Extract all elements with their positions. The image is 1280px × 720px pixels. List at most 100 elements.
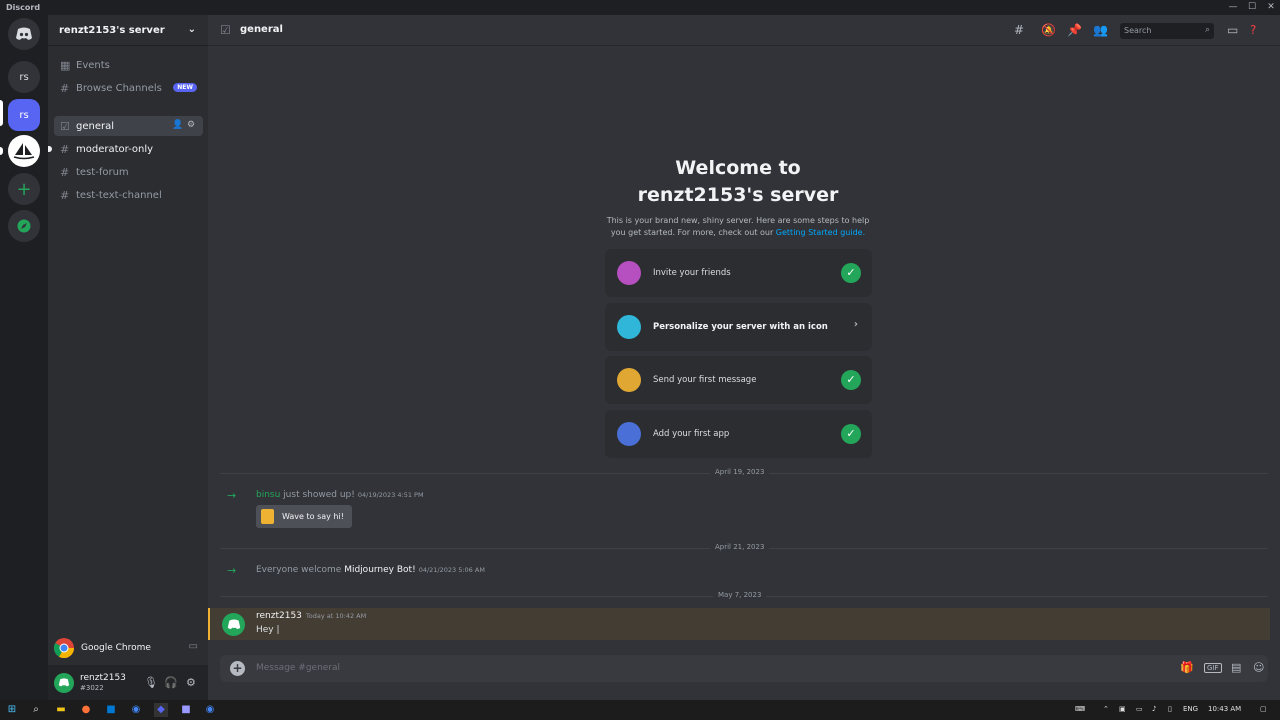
explore-servers-button[interactable] [8,210,40,242]
volume-icon[interactable]: ♪ [1152,705,1156,713]
gif-icon[interactable]: GIF [1204,663,1222,673]
invite-icon[interactable]: 👤 [172,120,183,130]
minimize-button[interactable]: — [1224,0,1242,15]
close-button[interactable]: ✕ [1262,0,1280,15]
chevron-up-icon[interactable]: ⌃ [1103,705,1109,713]
user-tag: #3022 [80,683,104,692]
compass-icon [17,219,31,233]
message-author[interactable]: renzt2153 [256,611,302,621]
channel-header: ☑ general # 🔕 📌 👥 Search ⌕ ▭ ? [208,15,1280,46]
message-icon [617,368,641,392]
channel-item-general[interactable]: ☑ general 👤 ⚙ [54,116,203,136]
user-panel: renzt2153 #3022 🎙 🎧 ⚙ [48,665,208,700]
wave-label: Wave to say hi! [282,512,344,521]
message-input[interactable]: Message #general [256,663,340,673]
personalize-server-card[interactable]: Personalize your server with an icon › [605,303,872,351]
join-suffix: ! [412,565,416,575]
network-icon[interactable]: ▭ [1136,705,1143,713]
gift-icon[interactable]: 🎁 [1180,661,1194,674]
member-list-icon[interactable]: 👥 [1093,23,1108,37]
help-icon[interactable]: ? [1250,23,1256,37]
first-message-card[interactable]: Send your first message ✓ [605,356,872,404]
message-timestamp: Today at 10:42 AM [305,612,367,620]
search-icon[interactable]: ⌕ [29,703,43,717]
notifications-icon[interactable]: ▢ [1260,705,1267,713]
emoji-icon[interactable]: ☺ [1253,661,1264,674]
events-item[interactable]: ▦ Events [54,55,203,75]
checkmark-icon: ✓ [841,370,861,390]
file-explorer-icon[interactable]: ▬ [54,703,68,717]
checkmark-icon: ✓ [841,263,861,283]
add-attachment-button[interactable]: + [230,661,245,676]
firefox-icon[interactable]: ● [79,703,93,717]
gear-icon[interactable]: ⚙ [187,120,195,130]
rules-channel-icon: ☑ [60,119,70,133]
message-text: Hey | [256,625,280,635]
browse-channels-item[interactable]: # Browse Channels NEW [54,78,203,98]
date-label: April 21, 2023 [710,543,770,551]
mute-bell-icon[interactable]: 🔕 [1041,23,1056,37]
server-rs-1[interactable]: rs [8,61,40,93]
welcome-header: Welcome to renzt2153's server This is yo… [568,155,908,239]
discord-taskbar-icon[interactable]: ◆ [154,703,168,717]
clock[interactable]: 10:43 AM [1208,705,1241,713]
channel-item-moderator-only[interactable]: # moderator-only [48,139,203,159]
maximize-button[interactable]: ☐ [1243,0,1261,15]
hash-icon: # [60,142,70,156]
server-header[interactable]: renzt2153's server ⌄ [48,15,208,46]
language-indicator[interactable]: ENG [1183,705,1198,713]
add-server-button[interactable]: + [8,173,40,205]
channel-label: test-text-channel [76,189,162,201]
browse-channels-icon: # [60,81,70,95]
username: renzt2153 [80,672,126,683]
user-settings-gear-icon[interactable]: ⚙ [186,676,196,689]
screen-share-icon[interactable]: ▭ [189,641,198,652]
channel-item-test-forum[interactable]: # test-forum [54,162,203,182]
avatar[interactable] [54,672,74,693]
wave-button[interactable]: Wave to say hi! [256,505,352,528]
search-input[interactable]: Search ⌕ [1120,23,1214,39]
member-name[interactable]: Midjourney Bot [344,565,412,575]
checkmark-icon: ✓ [841,424,861,444]
headphones-icon[interactable]: 🎧 [164,676,178,689]
sticker-icon[interactable]: ▤ [1231,661,1241,674]
pin-icon[interactable]: 📌 [1067,23,1082,37]
getting-started-link[interactable]: Getting Started guide. [776,228,865,237]
channel-label: moderator-only [76,143,154,155]
chrome-icon[interactable]: ◉ [129,703,143,717]
calendar-icon: ▦ [60,58,71,72]
server-rs-2[interactable]: rs [8,99,40,131]
windows-taskbar: ⊞ ⌕ ▬ ● ■ ◉ ◆ ■ ◉ ⌨ ⌃ ▣ ▭ ♪ ▯ ENG 10:43 … [0,700,1280,720]
invite-friends-card[interactable]: Invite your friends ✓ [605,249,872,297]
chrome-icon[interactable]: ◉ [203,703,217,717]
activity-status[interactable]: Google Chrome ▭ [48,636,208,660]
avatar[interactable] [222,613,245,636]
app-icon [617,422,641,446]
message-composer[interactable]: + Message #general 🎁 GIF ▤ ☺ [220,655,1268,682]
search-placeholder: Search [1124,26,1152,35]
keyboard-icon[interactable]: ⌨ [1075,705,1085,713]
threads-icon[interactable]: # [1014,23,1024,37]
server-midjourney[interactable] [8,135,40,167]
selected-server-indicator [0,100,3,126]
welcome-title-line2: renzt2153's server [637,184,839,206]
inbox-icon[interactable]: ▭ [1227,23,1238,37]
microphone-icon[interactable]: 🎙 [144,676,158,689]
server-name: renzt2153's server [59,24,165,36]
windows-start-icon[interactable]: ⊞ [5,703,19,717]
channel-label: test-forum [76,166,129,178]
discord-home-button[interactable] [8,18,40,50]
battery-icon[interactable]: ▯ [1168,705,1172,713]
join-arrow-icon: → [227,489,237,502]
first-app-card[interactable]: Add your first app ✓ [605,410,872,458]
events-label: Events [76,59,110,71]
tray-app-icon[interactable]: ▣ [1119,705,1126,713]
discord-logo-icon [58,678,70,687]
unread-indicator [48,146,52,152]
premiere-icon[interactable]: ■ [179,703,193,717]
hash-icon: # [60,165,70,179]
app-title: Discord [6,3,41,12]
channel-item-test-text-channel[interactable]: # test-text-channel [54,185,203,205]
outlook-icon[interactable]: ■ [104,703,118,717]
member-name[interactable]: binsu [256,490,280,500]
